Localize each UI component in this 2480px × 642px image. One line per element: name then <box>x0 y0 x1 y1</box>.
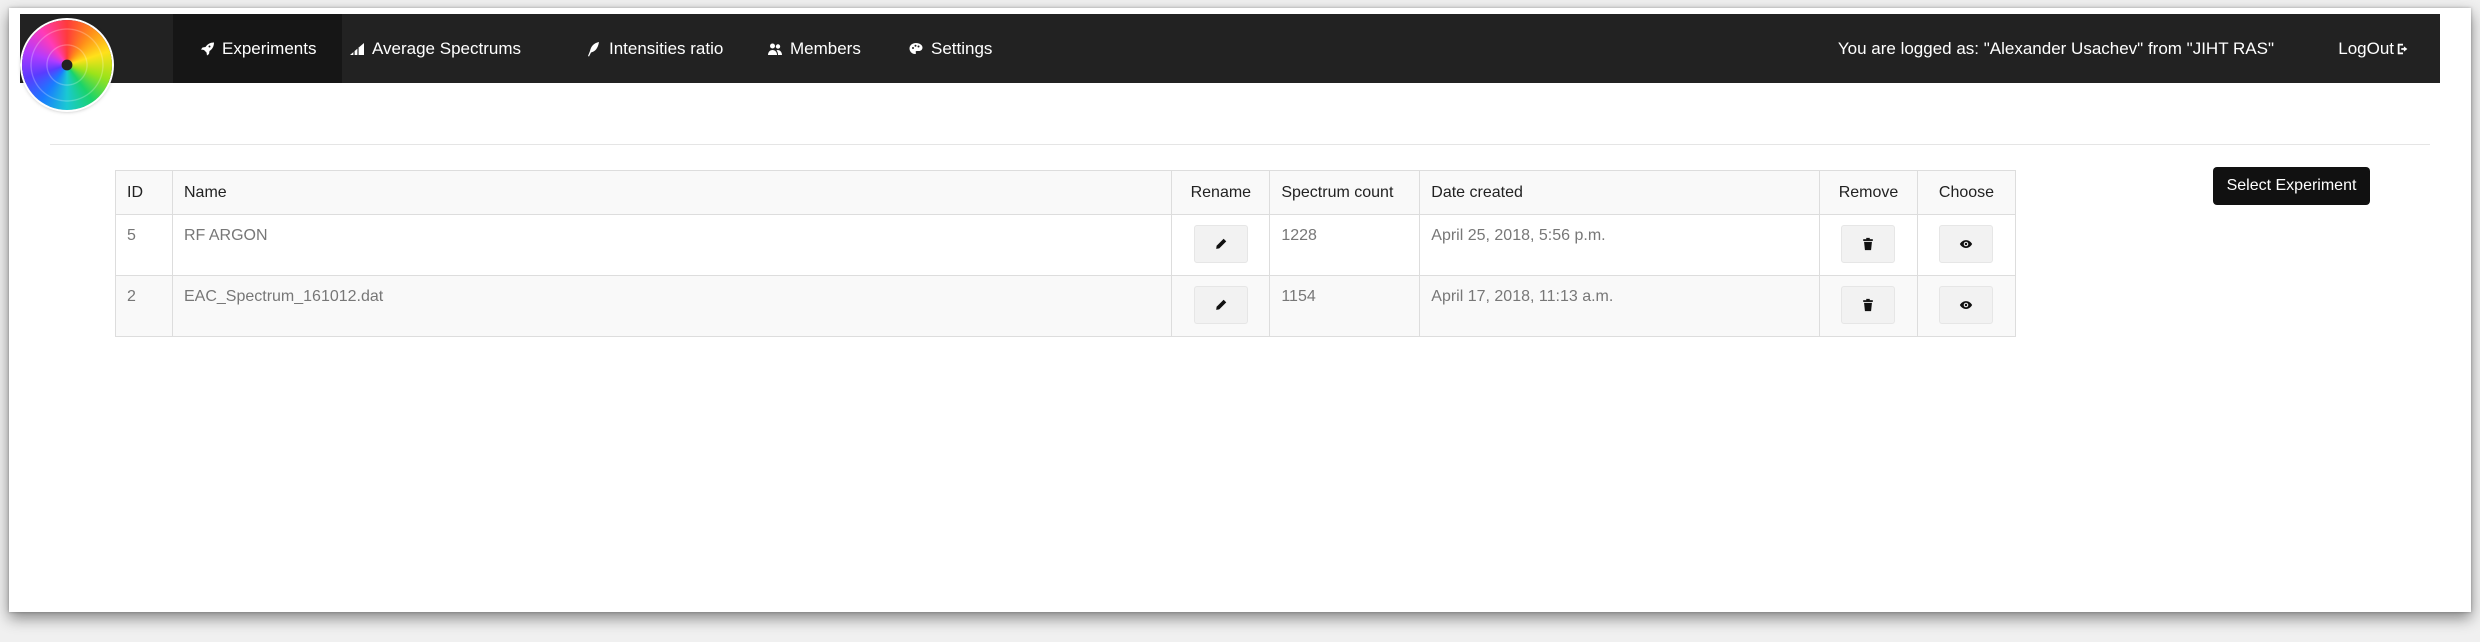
remove-button[interactable] <box>1841 225 1896 263</box>
palette-icon <box>909 42 923 54</box>
cell-spectrum-count: 1154 <box>1269 275 1421 337</box>
feather-icon <box>588 41 599 56</box>
cell-rename <box>1171 214 1271 276</box>
logout-icon <box>2397 43 2408 54</box>
choose-button[interactable] <box>1939 225 1994 263</box>
eye-icon <box>1960 301 1973 309</box>
experiments-table: ID Name Rename Spectrum count Date creat… <box>115 170 2017 337</box>
trash-icon <box>1863 237 1874 251</box>
header-divider <box>50 144 2430 145</box>
cell-id: 2 <box>115 275 173 337</box>
rename-button[interactable] <box>1193 225 1248 263</box>
cell-rename <box>1171 275 1271 337</box>
column-header-choose: Choose <box>1916 170 2017 215</box>
logged-in-user-text: You are logged as: "Alexander Usachev" f… <box>1837 38 2274 58</box>
nav-settings[interactable]: Settings <box>882 14 1018 83</box>
color-wheel-icon[interactable] <box>22 20 112 110</box>
rename-button[interactable] <box>1193 286 1248 324</box>
cell-choose <box>1916 214 2017 276</box>
cell-date-created: April 17, 2018, 11:13 a.m. <box>1419 275 1820 337</box>
cell-remove <box>1819 275 1918 337</box>
logout-link[interactable]: LogOut <box>2338 14 2410 83</box>
table-row: 2 EAC_Spectrum_161012.dat 1154 April 17,… <box>115 275 2017 337</box>
cell-name: EAC_Spectrum_161012.dat <box>171 275 1173 337</box>
nav-intensities-ratio[interactable]: Intensities ratio <box>560 14 749 83</box>
nav-intensities-ratio-label: Intensities ratio <box>609 38 724 58</box>
table-header-row: ID Name Rename Spectrum count Date creat… <box>115 170 2017 215</box>
pencil-icon <box>1216 238 1227 249</box>
cell-name: RF ARGON <box>171 214 1173 276</box>
column-header-name: Name <box>171 170 1173 215</box>
cell-id: 5 <box>115 214 173 276</box>
trash-icon <box>1863 298 1874 312</box>
select-experiment-button[interactable]: Select Experiment <box>2213 167 2370 205</box>
nav-average-spectrums-label: Average Spectrums <box>372 38 521 58</box>
rocket-icon <box>201 42 214 55</box>
nav-experiments-label: Experiments <box>222 38 317 58</box>
eye-icon <box>1960 240 1973 248</box>
logout-label: LogOut <box>2338 38 2394 58</box>
column-header-id: ID <box>115 170 173 215</box>
logged-in-user: You are logged as: "Alexander Usachev" f… <box>1838 14 2274 83</box>
users-icon <box>768 43 782 55</box>
cell-spectrum-count: 1228 <box>1269 214 1421 276</box>
top-navbar: Experiments Average Spectrums Intensitie… <box>20 14 2440 83</box>
signal-icon <box>350 42 364 55</box>
nav-settings-label: Settings <box>931 38 993 58</box>
table-row: 5 RF ARGON 1228 April 25, 2018, 5:56 p.m… <box>115 214 2017 276</box>
choose-button[interactable] <box>1939 286 1994 324</box>
cell-choose <box>1916 275 2017 337</box>
nav-experiments[interactable]: Experiments <box>173 14 343 83</box>
nav-members-label: Members <box>790 38 861 58</box>
column-header-spectrum-count: Spectrum count <box>1269 170 1421 215</box>
column-header-rename: Rename <box>1171 170 1271 215</box>
pencil-icon <box>1216 299 1227 310</box>
cell-remove <box>1819 214 1918 276</box>
column-header-remove: Remove <box>1819 170 1918 215</box>
nav-average-spectrums[interactable]: Average Spectrums <box>323 14 547 83</box>
cell-date-created: April 25, 2018, 5:56 p.m. <box>1419 214 1820 276</box>
column-header-date-created: Date created <box>1419 170 1820 215</box>
nav-members[interactable]: Members <box>741 14 887 83</box>
remove-button[interactable] <box>1841 286 1896 324</box>
